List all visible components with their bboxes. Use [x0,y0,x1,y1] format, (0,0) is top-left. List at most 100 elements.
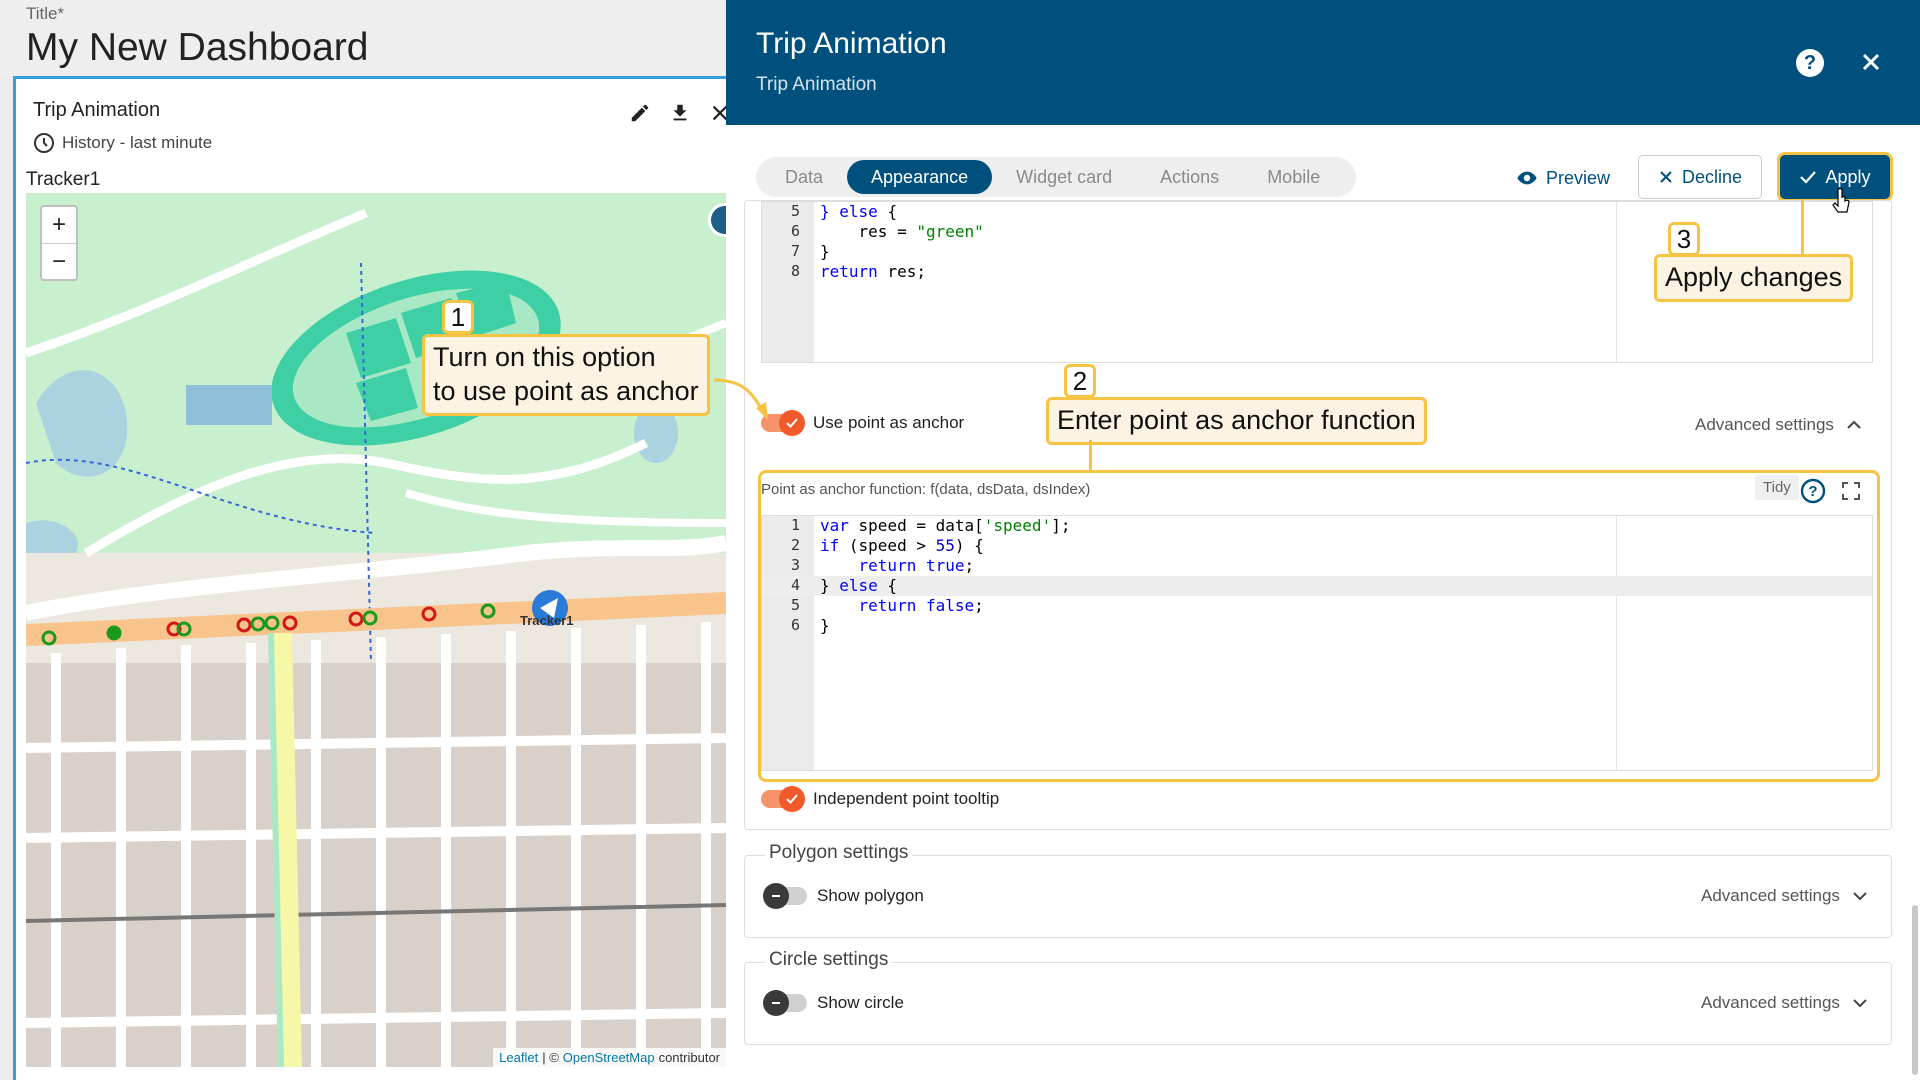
help-circle-icon: ? [1800,478,1826,504]
use-point-as-anchor-toggle[interactable]: Use point as anchor [761,410,965,436]
show-polygon-label: Show polygon [817,886,924,905]
toggle-switch [761,786,805,812]
show-polygon-toggle[interactable]: Show polygon [763,883,924,909]
code-line: 5 return false; [762,596,1872,616]
code-text: if (speed > 55) { [820,536,984,555]
line-number: 2 [790,536,800,554]
settings-tabs: Data Appearance Widget card Actions Mobi… [756,157,1356,197]
leaflet-link[interactable]: Leaflet [499,1050,538,1065]
dashboard-title[interactable]: My New Dashboard [26,26,368,70]
toggle-knob [779,410,805,436]
line-number: 3 [790,556,800,574]
chevron-down-icon [1853,892,1867,901]
fullscreen-icon [1842,482,1860,500]
polygon-settings-title: Polygon settings [765,842,913,864]
edit-widget-button[interactable] [628,101,652,125]
tab-appearance[interactable]: Appearance [847,160,993,194]
dialog-scrollbar[interactable] [1912,905,1918,1075]
close-icon [1862,53,1880,71]
step1-callout: Turn on this option to use point as anch… [422,334,710,416]
attribution-tail: contributor [658,1050,720,1065]
widget-timewindow[interactable]: History - last minute [32,131,212,155]
code-line: 6} [762,616,1872,636]
code-text: } [820,616,830,635]
circle-settings-section: Circle settings Show circle Advanced set… [744,949,1892,1045]
zoom-out-button[interactable]: − [42,243,76,279]
show-circle-label: Show circle [817,993,904,1012]
map-view[interactable]: + − Tracker1 Leaflet | © OpenStreetMap c… [26,193,726,1067]
check-icon [786,794,798,804]
tab-data[interactable]: Data [761,160,847,194]
circle-settings-title: Circle settings [765,949,893,971]
code-line: 5 } else { [762,202,1872,222]
toggle-switch [763,990,807,1016]
decline-label: Decline [1681,166,1743,187]
code-line-active: 4} else { [762,576,1872,596]
download-icon [673,104,687,121]
trip-animation-widget[interactable]: Trip Animation History - last minute Tra… [13,76,728,1080]
map-tracker-label: Tracker1 [520,613,574,628]
svg-text:?: ? [1808,483,1817,500]
advanced-settings-label: Advanced settings [1695,415,1834,434]
dialog-title: Trip Animation [756,27,947,60]
dialog-header: Trip Animation Trip Animation ? [726,0,1920,125]
independent-point-tooltip-toggle[interactable]: Independent point tooltip [761,786,1000,812]
export-widget-button[interactable] [668,101,692,125]
anchor-advanced-settings-toggle[interactable]: Advanced settings [1695,415,1864,435]
fullscreen-button[interactable] [1835,475,1867,507]
circle-advanced-settings-toggle[interactable]: Advanced settings [1701,993,1870,1013]
openstreetmap-link[interactable]: OpenStreetMap [563,1050,655,1065]
polygon-advanced-settings-toggle[interactable]: Advanced settings [1701,886,1870,906]
toggle-knob [763,990,789,1016]
line-number: 6 [790,222,800,240]
anchor-function-editor[interactable]: 1 var speed = data['speed']; 2 if (speed >… [761,515,1873,771]
map-attribution: Leaflet | © OpenStreetMap contributor [493,1048,726,1067]
code-text: return res; [820,262,926,281]
tab-widget-card[interactable]: Widget card [992,160,1136,194]
chevron-up-icon [1847,420,1861,429]
code-text: } else { [820,202,898,221]
close-icon [1660,171,1672,183]
help-button[interactable]: ? [1796,49,1824,77]
code-line: 6 res = "green" [762,222,1872,242]
code-line: 1 var speed = data['speed']; [762,516,1872,536]
close-dialog-button[interactable] [1856,47,1886,77]
tidy-button[interactable]: Tidy [1755,475,1799,500]
step1-text-line1: Turn on this option [433,342,656,372]
minus-icon [772,895,780,897]
step2-connector [1089,440,1092,470]
function-help-button[interactable]: ? [1797,475,1829,507]
map-zoom-control: + − [40,205,78,281]
widget-settings-dialog: Trip Animation Trip Animation ? Data App… [726,0,1920,1080]
preview-button[interactable]: Preview [1516,160,1610,196]
step3-callout: Apply changes [1654,254,1854,302]
zoom-in-button[interactable]: + [42,207,76,243]
dialog-subtitle: Trip Animation [756,74,877,95]
widget-history-label: History - last minute [62,133,213,152]
use-point-as-anchor-label: Use point as anchor [813,413,965,432]
advanced-settings-label: Advanced settings [1701,886,1840,905]
tab-mobile[interactable]: Mobile [1243,160,1344,194]
independent-point-tooltip-label: Independent point tooltip [813,789,1000,808]
show-circle-toggle[interactable]: Show circle [763,990,904,1016]
eye-icon [1517,171,1537,185]
code-text: } else { [820,576,898,595]
code-text: var speed = data['speed']; [820,516,1071,535]
line-number: 5 [790,596,800,614]
code-line: 2 if (speed > 55) { [762,536,1872,556]
check-icon [786,418,798,428]
step1-text-line2: to use point as anchor [433,375,699,406]
advanced-settings-label: Advanced settings [1701,993,1840,1012]
minus-icon [772,1002,780,1004]
check-icon [1800,171,1817,184]
step2-badge: 2 [1064,364,1096,398]
line-number: 5 [790,202,800,220]
widget-entity-label: Tracker1 [26,169,101,190]
decline-button[interactable]: Decline [1638,155,1762,199]
step3-badge: 3 [1668,222,1700,256]
mouse-pointer-icon [1832,188,1850,213]
tab-actions[interactable]: Actions [1136,160,1243,194]
settings-content: 5} else { 6 res = "green" 7} 8 return res… [744,200,1904,1080]
clock-icon [34,133,54,153]
chevron-down-icon [1853,999,1867,1008]
